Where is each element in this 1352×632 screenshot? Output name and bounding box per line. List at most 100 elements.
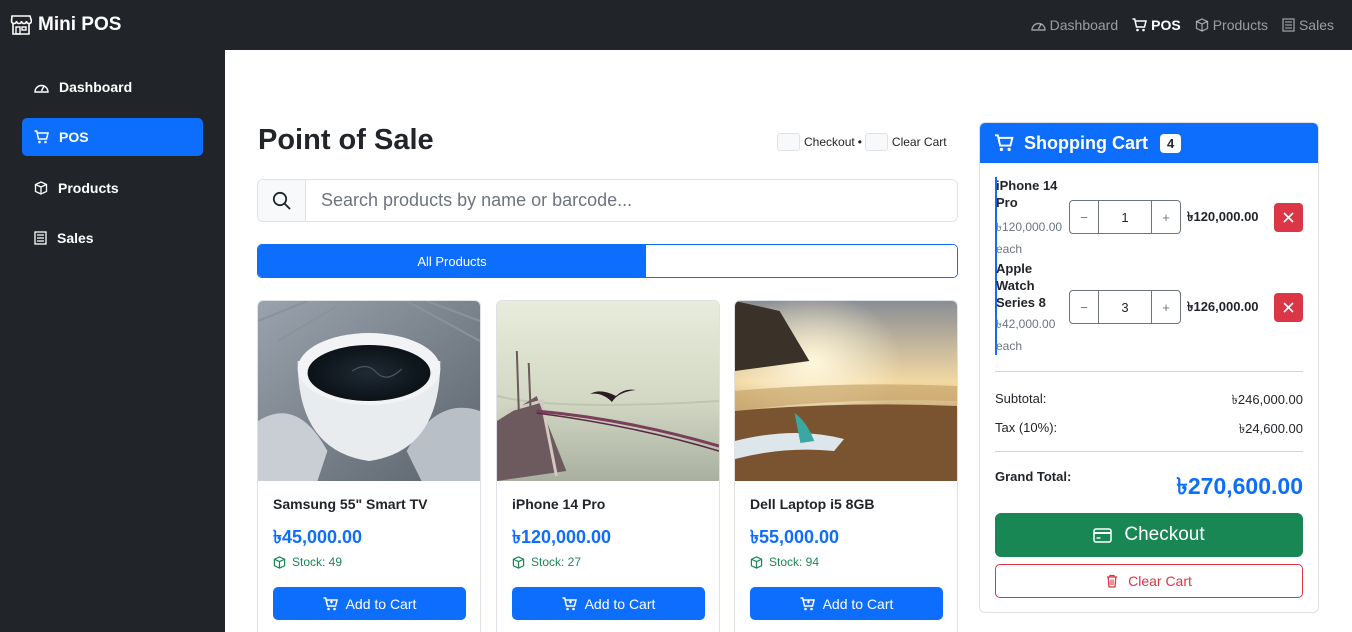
top-nav-dashboard[interactable]: Dashboard xyxy=(1030,14,1118,36)
shopping-cart-panel: Shopping Cart 4 iPhone 14 Pro ৳120,000.0… xyxy=(979,122,1319,613)
cart-icon xyxy=(994,134,1014,152)
sidebar-item-pos[interactable]: POS xyxy=(22,118,203,156)
product-name: Dell Laptop i5 8GB xyxy=(750,496,875,512)
subtotal-value: ৳246,000.00 xyxy=(1231,392,1303,407)
credit-card-icon xyxy=(1093,527,1113,543)
product-price: ৳120,000.00 xyxy=(512,527,612,547)
tax-label: Tax (10%): xyxy=(995,420,1058,435)
checkout-shortcut-label: Checkout xyxy=(804,135,855,149)
stock-label: Stock: 27 xyxy=(531,555,582,569)
clear-shortcut-label: Clear Cart xyxy=(891,135,947,149)
cart-item-name-line: Watch xyxy=(996,278,1035,293)
sidebar-item-dashboard[interactable]: Dashboard xyxy=(22,68,203,106)
add-to-cart-button[interactable]: Add to Cart xyxy=(512,587,705,620)
product-stock: Stock: 94 xyxy=(750,555,819,569)
sidebar-item-label: POS xyxy=(59,129,89,145)
speedometer-icon xyxy=(1030,19,1046,32)
box-icon xyxy=(750,555,763,569)
receipt-icon xyxy=(1282,18,1295,32)
sidebar-item-products[interactable]: Products xyxy=(22,169,203,207)
close-icon xyxy=(1283,302,1294,313)
cart-plus-icon xyxy=(800,596,815,611)
cart-header: Shopping Cart 4 xyxy=(980,123,1318,163)
clear-cart-label: Clear Cart xyxy=(1128,573,1192,589)
grand-total-label: Grand Total: xyxy=(995,469,1072,484)
increase-qty-button[interactable]: + xyxy=(1151,291,1180,323)
quantity-stepper: − 1 + xyxy=(1069,200,1181,234)
cart-plus-icon xyxy=(562,596,577,611)
increase-qty-button[interactable]: + xyxy=(1151,201,1180,233)
checkout-button[interactable]: Checkout xyxy=(995,513,1303,557)
quantity-value[interactable]: 3 xyxy=(1099,291,1151,323)
decrease-qty-button[interactable]: − xyxy=(1070,291,1099,323)
quantity-value[interactable]: 1 xyxy=(1099,201,1151,233)
top-nav-label: Sales xyxy=(1298,17,1334,33)
box-icon xyxy=(273,555,286,569)
shop-icon xyxy=(10,15,32,35)
tab-all-products[interactable]: All Products xyxy=(258,245,646,277)
cart-item-total: ৳126,000.00 xyxy=(1187,299,1259,314)
receipt-icon xyxy=(34,231,47,245)
top-nav-pos[interactable]: POS xyxy=(1132,14,1181,36)
cart-icon xyxy=(34,130,49,144)
box-icon xyxy=(34,181,48,195)
tab-empty-space xyxy=(646,245,957,277)
shortcut-separator: • xyxy=(857,135,862,149)
top-nav-products[interactable]: Products xyxy=(1195,14,1268,36)
subtotal-label: Subtotal: xyxy=(995,391,1047,406)
cart-title: Shopping Cart xyxy=(1024,132,1148,153)
top-nav-label: Products xyxy=(1212,17,1268,33)
product-image-boat-bird xyxy=(497,301,719,481)
cart-item-name: Apple Watch Series 8 xyxy=(996,260,1046,311)
add-to-cart-button[interactable]: Add to Cart xyxy=(750,587,943,620)
page-title: Point of Sale xyxy=(258,124,434,156)
tax-value: ৳24,600.00 xyxy=(1238,421,1303,436)
close-icon xyxy=(1283,212,1294,223)
top-nav: Dashboard POS Products Sales xyxy=(1030,14,1334,36)
product-price: ৳45,000.00 xyxy=(273,527,363,547)
top-nav-sales[interactable]: Sales xyxy=(1282,14,1334,36)
cart-item-total: ৳120,000.00 xyxy=(1187,209,1259,224)
product-search xyxy=(257,179,958,222)
product-price: ৳55,000.00 xyxy=(750,527,840,547)
remove-item-button[interactable] xyxy=(1274,203,1303,232)
product-stock: Stock: 27 xyxy=(512,555,581,569)
top-navbar: Mini POS Dashboard POS Products Sales xyxy=(0,0,1352,50)
checkout-label: Checkout xyxy=(1124,524,1205,545)
box-icon xyxy=(512,555,525,569)
box-icon xyxy=(1195,18,1209,32)
product-name: iPhone 14 Pro xyxy=(512,496,606,512)
cart-item-name-line: iPhone 14 xyxy=(996,178,1058,193)
sidebar-item-sales[interactable]: Sales xyxy=(22,219,203,257)
add-to-cart-button[interactable]: Add to Cart xyxy=(273,587,466,620)
brand[interactable]: Mini POS xyxy=(10,13,121,37)
product-card: iPhone 14 Pro ৳120,000.00 Stock: 27 Add … xyxy=(496,300,720,632)
product-card: Dell Laptop i5 8GB ৳55,000.00 Stock: 94 … xyxy=(734,300,958,632)
search-input[interactable] xyxy=(306,180,957,221)
cart-item-unit-price-line: ৳42,000.00 xyxy=(996,317,1056,331)
add-to-cart-label: Add to Cart xyxy=(584,595,656,612)
cart-item-name-line: Pro xyxy=(996,195,1018,210)
cart-item-unit-price: ৳42,000.00 each xyxy=(996,313,1055,357)
category-tabs: All Products xyxy=(257,244,958,278)
sidebar: Dashboard POS Products Sales xyxy=(0,50,225,632)
checkout-shortcut-key xyxy=(777,133,800,151)
remove-item-button[interactable] xyxy=(1274,293,1303,322)
divider xyxy=(995,371,1303,372)
keyboard-shortcuts: Checkout • Clear Cart xyxy=(777,132,947,152)
cart-item-name: iPhone 14 Pro xyxy=(996,177,1057,211)
speedometer-icon xyxy=(34,81,49,94)
clear-cart-button[interactable]: Clear Cart xyxy=(995,564,1303,598)
cart-icon xyxy=(1132,18,1148,32)
product-name: Samsung 55" Smart TV xyxy=(273,496,428,512)
clear-shortcut-key xyxy=(864,133,888,151)
brand-name: Mini POS xyxy=(38,14,122,35)
cart-item-unit-price-line: each xyxy=(996,242,1023,256)
cart-item-name-line: Series 8 xyxy=(996,295,1046,310)
decrease-qty-button[interactable]: − xyxy=(1070,201,1099,233)
product-image-beach-surfboard xyxy=(735,301,957,481)
sidebar-item-label: Products xyxy=(58,180,119,196)
cart-item-unit-price: ৳120,000.00 each xyxy=(996,216,1062,260)
trash-icon xyxy=(1106,574,1118,588)
product-image-coffee-cup xyxy=(258,301,480,481)
